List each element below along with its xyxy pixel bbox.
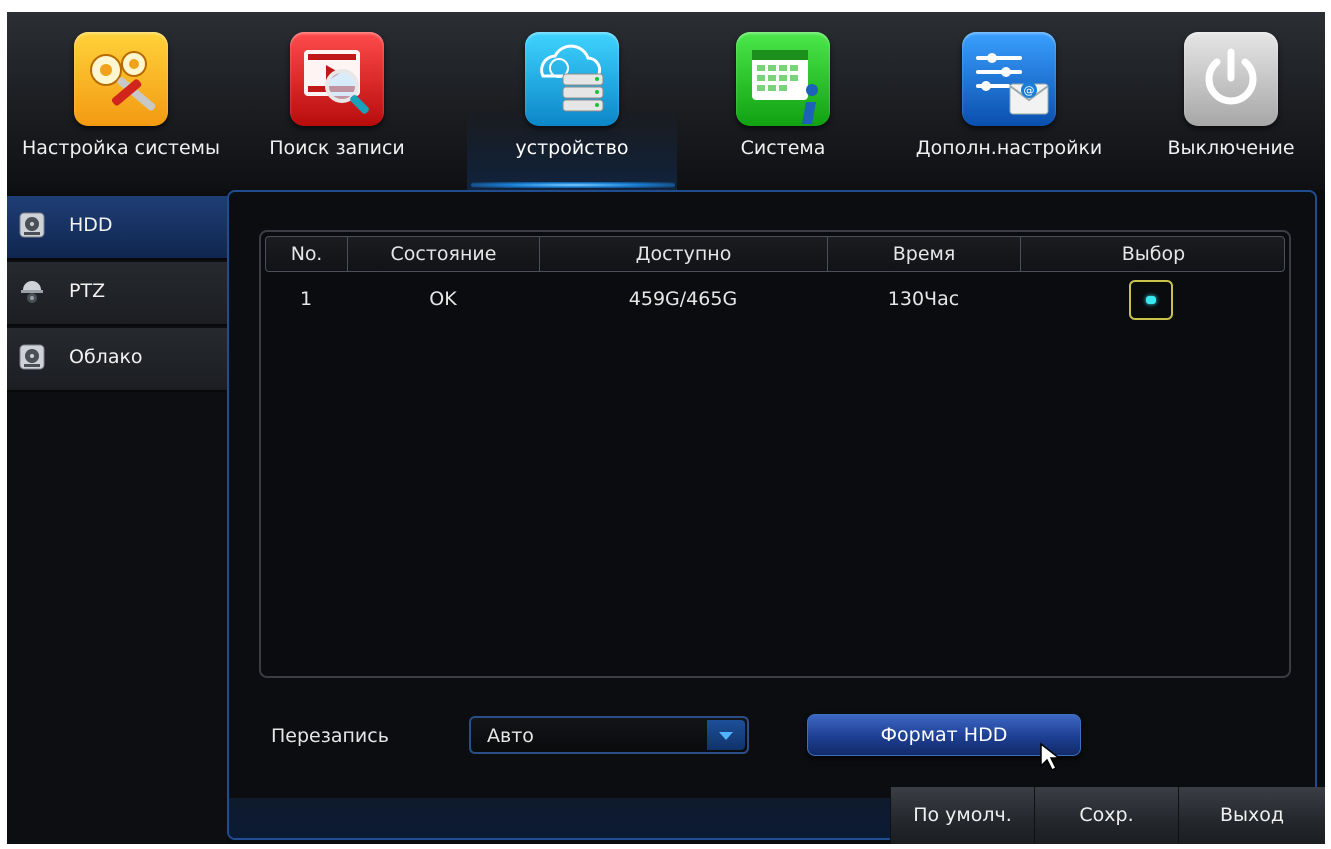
column-header-select: Выбор <box>1121 243 1186 265</box>
nav-system[interactable]: Система <box>683 12 883 190</box>
sidebar: HDD PTZ Облако <box>7 190 227 844</box>
dvr-screen: Настройка системы Поиск записи устройств… <box>7 12 1325 844</box>
overwrite-dropdown[interactable]: Авто <box>469 716 749 754</box>
column-header-status: Состояние <box>348 237 540 271</box>
hdd-table: No. Состояние Доступно Время Выбор 1 OK … <box>259 230 1291 678</box>
hdd-icon <box>19 212 45 238</box>
nav-label: Выключение <box>1167 137 1295 159</box>
sidebar-item-hdd[interactable]: HDD <box>7 196 227 260</box>
nav-shutdown[interactable]: Выключение <box>1131 12 1325 190</box>
nav-label: устройство <box>515 137 629 159</box>
nav-label: Система <box>740 137 826 159</box>
nav-label: Дополн.настройки <box>915 137 1103 159</box>
table-header: No. Состояние Доступно Время Выбор <box>265 236 1285 272</box>
chevron-down-icon[interactable] <box>707 720 745 750</box>
overwrite-value: Авто <box>487 725 534 747</box>
sidebar-item-label: HDD <box>69 214 113 236</box>
sidebar-item-cloud[interactable]: Облако <box>7 328 227 392</box>
cloud-storage-icon <box>525 32 619 126</box>
cell-no: 1 <box>299 288 313 310</box>
mouse-cursor-icon <box>1040 742 1062 772</box>
default-button[interactable]: По умолч. <box>890 787 1034 844</box>
save-button[interactable]: Сохр. <box>1034 787 1178 844</box>
nav-advanced-settings[interactable]: @ Дополн.настройки <box>909 12 1109 190</box>
column-header-time: Время <box>828 237 1021 271</box>
hdd-panel: No. Состояние Доступно Время Выбор 1 OK … <box>227 190 1317 840</box>
selected-indicator <box>1146 296 1156 304</box>
sidebar-item-ptz[interactable]: PTZ <box>7 262 227 326</box>
svg-text:@: @ <box>1024 84 1035 97</box>
sidebar-item-label: PTZ <box>69 280 106 302</box>
nav-label: Поиск записи <box>269 137 405 159</box>
cell-time: 130Час <box>887 288 960 310</box>
nav-system-setup[interactable]: Настройка системы <box>21 12 221 190</box>
record-search-icon <box>290 32 384 126</box>
gears-tools-icon <box>74 32 168 126</box>
settings-mail-icon: @ <box>962 32 1056 126</box>
calendar-info-icon <box>736 32 830 126</box>
exit-button[interactable]: Выход <box>1178 787 1325 844</box>
top-navigation: Настройка системы Поиск записи устройств… <box>7 12 1325 190</box>
column-header-available: Доступно <box>540 237 828 271</box>
sidebar-item-label: Облако <box>69 346 143 368</box>
cell-status: OK <box>429 288 457 310</box>
nav-label: Настройка системы <box>22 137 220 159</box>
row-select-checkbox[interactable] <box>1129 280 1173 320</box>
ptz-camera-icon <box>21 281 43 303</box>
power-icon <box>1184 32 1278 126</box>
hdd-icon <box>19 344 45 370</box>
overwrite-label: Перезапись <box>271 725 389 747</box>
cell-available: 459G/465G <box>628 288 738 310</box>
nav-device[interactable]: устройство <box>472 12 672 190</box>
column-header-no: No. <box>266 237 348 271</box>
nav-record-search[interactable]: Поиск записи <box>237 12 437 190</box>
